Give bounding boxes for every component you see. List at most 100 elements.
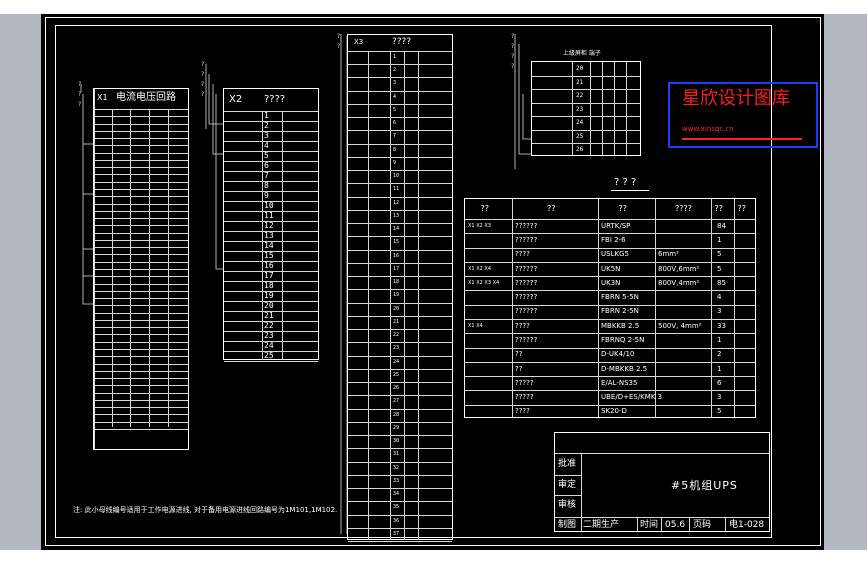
x2-terminal-number: 21 <box>264 311 274 320</box>
x2-tag: X2 <box>229 94 243 105</box>
x3-row <box>348 130 452 132</box>
x2-terminal-number: 15 <box>264 251 274 260</box>
x3-terminal-number: 3 <box>393 80 397 87</box>
small-terminal-row <box>532 129 640 131</box>
parts-cell: 84 <box>717 221 726 230</box>
x1-row-line <box>94 385 188 387</box>
x2-row <box>224 151 318 152</box>
parts-cell: ???? <box>515 250 530 259</box>
parts-cell: ?????? <box>515 235 538 244</box>
parts-cell: URTK/SP <box>601 221 631 230</box>
x3-row <box>348 368 452 370</box>
parts-cell: ?????? <box>515 221 538 230</box>
svg-text:?: ? <box>78 91 81 98</box>
page-label: 页码 <box>693 520 712 530</box>
terminal-block-x3: X3 ???? 1 2 3 4 5 6 7 8 9 10 11 12 13 14 15 16 17 18 19 20 2… <box>347 34 453 542</box>
x1-row-line <box>94 319 188 321</box>
x1-row-line <box>94 218 188 220</box>
x1-row-line <box>94 152 188 154</box>
x2-terminal-number: 7 <box>264 171 269 180</box>
x2-terminal-number: 22 <box>264 321 274 330</box>
parts-cell: ????? <box>515 393 534 402</box>
x1-row-line <box>94 167 188 169</box>
parts-cell: FBI 2-6 <box>601 235 626 244</box>
x1-row-line <box>94 334 188 336</box>
x3-row <box>348 64 452 66</box>
x3-terminal-number: 11 <box>393 186 400 193</box>
x3-row <box>348 143 452 145</box>
x3-row <box>348 355 452 357</box>
x3-row <box>348 435 452 437</box>
x1-row-line <box>94 181 188 183</box>
x1-row-line <box>94 283 188 285</box>
parts-cell: 4 <box>717 293 722 302</box>
drawer-value: 二期生产 <box>583 520 620 530</box>
x1-row-line <box>94 130 188 132</box>
x3-terminal-number: 27 <box>393 398 400 405</box>
x3-row <box>348 103 452 105</box>
parts-cell: D-MBKKB 2.5 <box>601 364 648 373</box>
x1-row-line <box>94 269 188 270</box>
parts-cell: E/AL-NS35 <box>601 378 638 387</box>
watermark-url: www.xinsqc.cn <box>682 125 734 133</box>
parts-row <box>465 319 755 320</box>
terminal-block-x1: X1 电流电压回路 <box>93 88 189 450</box>
x3-terminal-number: 2 <box>393 67 397 74</box>
svg-text:?: ? <box>78 101 81 108</box>
x3-row <box>348 236 452 238</box>
parts-cell: 3 <box>717 307 722 316</box>
x1-row-line <box>94 138 188 140</box>
terminal-block-small: 20 21 22 23 24 25 26 <box>531 61 641 156</box>
parts-row <box>465 390 755 392</box>
x1-row-line <box>94 305 188 307</box>
x3-terminal-number: 6 <box>393 120 397 127</box>
x3-row <box>348 249 452 251</box>
parts-cell: 1 <box>717 335 722 344</box>
x3-terminal-number: 18 <box>393 279 400 286</box>
x1-row-line <box>94 232 188 234</box>
parts-cell: 800V,4mm² <box>658 278 700 287</box>
x3-terminal-number: 32 <box>393 464 400 471</box>
x2-terminal-number: 19 <box>264 291 274 300</box>
x2-terminal-number: 3 <box>264 131 269 140</box>
parts-cell: ???? <box>515 407 530 416</box>
x3-row <box>348 501 452 503</box>
x3-terminal-number: 28 <box>393 411 400 418</box>
x3-terminal-number: 4 <box>393 93 397 100</box>
small-terminal-number: 24 <box>576 119 584 127</box>
parts-list-table: ?????????????? X1 X2 X3?????? URTK/SP 84???… <box>464 198 756 418</box>
x2-row <box>224 161 318 162</box>
small-terminal-row <box>532 116 640 118</box>
small-terminal-number: 22 <box>576 92 584 100</box>
x2-terminal-number: 4 <box>264 141 269 150</box>
x2-terminal-number: 24 <box>264 341 274 350</box>
x3-row <box>348 461 452 463</box>
x3-terminal-number: 17 <box>393 265 400 272</box>
cad-viewport[interactable]: ??? ???? ???? ?? X1 电流电压回路 X2 ???? 12345… <box>0 14 867 550</box>
x2-terminal-number: 20 <box>264 301 274 310</box>
x3-terminal-number: 12 <box>393 199 400 206</box>
x3-row <box>348 527 452 529</box>
x1-row-line <box>94 254 188 256</box>
x2-terminal-number: 8 <box>264 181 269 190</box>
x3-row <box>348 342 452 344</box>
x1-row-line <box>94 276 188 278</box>
x1-row-line <box>94 407 188 409</box>
time-value: 05.6 <box>665 520 686 530</box>
parts-row <box>465 304 755 306</box>
x1-row-line <box>94 370 188 372</box>
x2-terminal-number: 17 <box>264 271 274 280</box>
parts-cell: 2 <box>717 350 722 359</box>
watermark-logo: 星欣设计图库 www.xinsqc.cn <box>668 82 818 148</box>
x3-row <box>348 262 452 264</box>
parts-cell: ?????? <box>515 264 538 273</box>
parts-cell: ?? <box>515 350 523 359</box>
svg-text:?: ? <box>201 61 204 68</box>
parts-row <box>465 247 755 249</box>
x3-row <box>348 421 452 423</box>
draw-label: 制图 <box>558 520 577 530</box>
x3-terminal-number: 8 <box>393 146 397 153</box>
parts-cell: ?????? <box>515 278 538 287</box>
parts-row <box>465 361 755 363</box>
x3-row <box>348 448 452 450</box>
